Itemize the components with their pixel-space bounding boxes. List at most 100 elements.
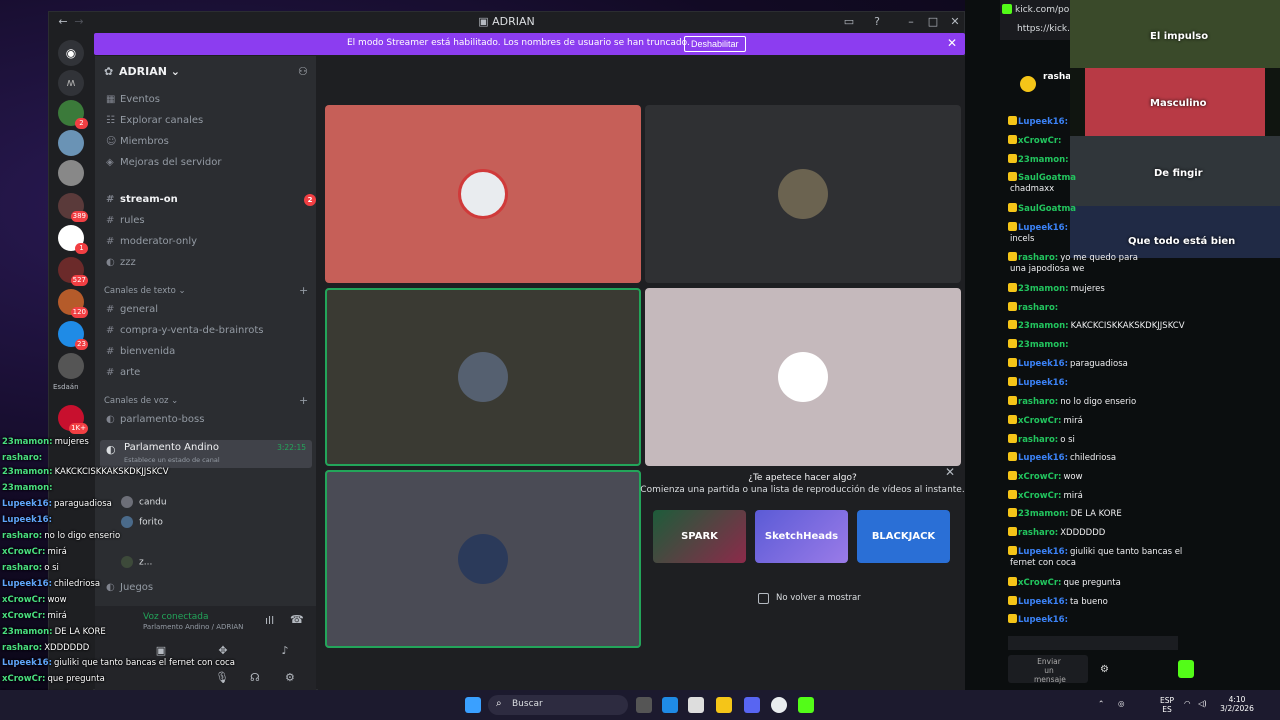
voice-juegos[interactable]: ◐ Juegos xyxy=(106,582,153,593)
chat-username[interactable]: rasharo: xyxy=(1018,303,1058,313)
server-icon-5[interactable]: 389 xyxy=(58,193,88,222)
server-icon-2[interactable]: 2 xyxy=(58,100,88,129)
edge-browser-icon[interactable] xyxy=(662,697,678,713)
server-icon-10[interactable] xyxy=(58,353,84,379)
menu-eventos[interactable]: ▦ Eventos xyxy=(106,94,160,105)
category-text[interactable]: Canales de texto ⌄ xyxy=(104,286,186,296)
menu-explorar[interactable]: ☷ Explorar canales xyxy=(106,115,203,126)
language-indicator[interactable]: ESP ES xyxy=(1160,696,1174,714)
disconnect-icon[interactable]: ☎ xyxy=(290,613,304,626)
emote-bar[interactable] xyxy=(1008,636,1178,650)
chat-username[interactable]: 23mamon: xyxy=(1018,155,1069,165)
microphone-icon[interactable]: 🎙 xyxy=(215,671,229,684)
video-tile-speaking[interactable] xyxy=(325,288,641,466)
help-icon[interactable]: ? xyxy=(869,14,885,30)
inbox-icon[interactable]: ▭ xyxy=(841,14,857,30)
disable-streamer-button[interactable]: Deshabilitar xyxy=(684,36,746,52)
voice-user[interactable]: forito xyxy=(121,516,163,528)
chat-username[interactable]: Lupeek16: xyxy=(1018,378,1068,388)
video-tile[interactable] xyxy=(645,288,961,466)
voice-parlamento-boss[interactable]: ◐ parlamento-boss xyxy=(106,414,204,425)
server-name[interactable]: ADRIAN ⌄ xyxy=(119,65,180,78)
chat-username[interactable]: rasharo: xyxy=(1018,435,1058,445)
banner-close-icon[interactable]: ✕ xyxy=(947,36,957,50)
chat-username[interactable]: xCrowCr: xyxy=(1018,578,1061,588)
video-tile[interactable] xyxy=(325,105,641,283)
task-view-icon[interactable] xyxy=(636,697,652,713)
server-icon-9[interactable]: 23 xyxy=(58,321,88,350)
channel-bienvenida[interactable]: # bienvenida xyxy=(106,346,175,357)
game-card-blackjack[interactable]: BLACKJACK xyxy=(857,510,950,563)
maximize-icon[interactable]: □ xyxy=(925,14,941,30)
chat-username[interactable]: rasharo: xyxy=(1018,397,1058,407)
menu-mejoras[interactable]: ◈ Mejoras del servidor xyxy=(106,157,222,168)
chat-username[interactable]: SaulGoatma xyxy=(1018,204,1076,214)
chat-username[interactable]: 23mamon: xyxy=(1018,321,1069,331)
settings-gear-icon[interactable]: ⚙ xyxy=(285,671,295,684)
signal-icon[interactable]: ıll xyxy=(265,614,274,627)
game-card-spark[interactable]: SPARK xyxy=(653,510,746,563)
store-icon[interactable] xyxy=(688,697,704,713)
chat-username[interactable]: Lupeek16: xyxy=(1018,453,1068,463)
chat-username[interactable]: 23mamon: xyxy=(1018,340,1069,350)
chat-username[interactable]: Lupeek16: xyxy=(1018,547,1068,557)
server-icon-6[interactable]: 1 xyxy=(58,225,88,254)
server-icon-11[interactable]: 1K+ xyxy=(58,405,88,434)
taskbar-search[interactable]: ⌕ Buscar xyxy=(488,695,628,715)
chat-username[interactable]: Lupeek16: xyxy=(1018,615,1068,625)
voice-connected-sub[interactable]: Parlamento Andino / ADRIAN xyxy=(143,623,243,631)
channel-compra-venta[interactable]: # compra-y-venta-de-brainrots xyxy=(106,325,263,336)
tray-chevron-icon[interactable]: ⌃ xyxy=(1098,699,1104,708)
chrome-browser-icon[interactable] xyxy=(771,697,787,713)
add-voice-channel-icon[interactable]: + xyxy=(299,394,308,407)
chat-username[interactable]: xCrowCr: xyxy=(1018,136,1061,146)
server-icon-3[interactable] xyxy=(58,130,84,156)
minimize-icon[interactable]: – xyxy=(903,14,919,30)
voice-channel-status[interactable]: Establece un estado de canal xyxy=(124,456,220,464)
chat-username[interactable]: xCrowCr: xyxy=(1018,491,1061,501)
chat-input[interactable]: Enviar un mensaje xyxy=(1008,655,1088,684)
chat-username[interactable]: xCrowCr: xyxy=(1018,416,1061,426)
menu-miembros[interactable]: ☺ Miembros xyxy=(106,136,169,147)
chat-username[interactable]: xCrowCr: xyxy=(1018,472,1061,482)
video-tile-speaking[interactable] xyxy=(325,470,641,648)
streamer-avatar[interactable] xyxy=(1020,76,1036,92)
clock[interactable]: 4:10 3/2/2026 xyxy=(1212,695,1262,713)
server-icon-8[interactable]: 120 xyxy=(58,289,88,318)
channel-stream-on[interactable]: # stream-on 2 xyxy=(106,194,316,206)
chat-username[interactable]: rasharo: xyxy=(1018,528,1058,538)
chat-settings-icon[interactable]: ⚙ xyxy=(1100,664,1109,675)
game-card-sketchheads[interactable]: SketchHeads xyxy=(755,510,848,563)
volume-icon[interactable]: ◁) xyxy=(1198,699,1207,708)
wifi-icon[interactable]: ◠ xyxy=(1184,699,1191,708)
category-voice[interactable]: Canales de voz ⌄ xyxy=(104,396,178,406)
voice-channel-active[interactable]: ◐ Parlamento Andino Establece un estado … xyxy=(100,440,312,468)
chat-username[interactable]: Lupeek16: xyxy=(1018,117,1068,127)
chat-username[interactable]: Lupeek16: xyxy=(1018,359,1068,369)
server-icon-1[interactable]: ʍ xyxy=(58,70,84,96)
chat-username[interactable]: rasharo: xyxy=(1018,253,1058,263)
headphones-icon[interactable]: ☊ xyxy=(250,671,260,684)
tray-app-icon[interactable]: ◎ xyxy=(1118,699,1125,708)
channel-general[interactable]: # general xyxy=(106,304,158,315)
chat-username[interactable]: SaulGoatma xyxy=(1018,173,1076,183)
channel-zzz[interactable]: ◐ zzz xyxy=(106,257,136,268)
channel-arte[interactable]: # arte xyxy=(106,367,140,378)
close-icon[interactable]: ✕ xyxy=(947,14,963,30)
discord-app-icon[interactable] xyxy=(744,697,760,713)
windows-start-icon[interactable] xyxy=(465,697,481,713)
chat-username[interactable]: Lupeek16: xyxy=(1018,223,1068,233)
video-tile[interactable] xyxy=(645,105,961,283)
discord-home-icon[interactable]: ◉ xyxy=(58,40,84,66)
kick-app-icon[interactable] xyxy=(798,697,814,713)
invite-icon[interactable]: ⚇ xyxy=(298,65,308,78)
add-text-channel-icon[interactable]: + xyxy=(299,284,308,297)
channel-moderator-only[interactable]: # moderator-only xyxy=(106,236,197,247)
server-icon-7[interactable]: 527 xyxy=(58,257,88,286)
file-explorer-icon[interactable] xyxy=(716,697,732,713)
send-button[interactable] xyxy=(1178,660,1194,678)
dont-show-checkbox[interactable] xyxy=(758,593,769,604)
chat-username[interactable]: 23mamon: xyxy=(1018,284,1069,294)
soundboard-icon[interactable]: ♪ xyxy=(267,644,303,662)
channel-rules[interactable]: # rules xyxy=(106,215,145,226)
